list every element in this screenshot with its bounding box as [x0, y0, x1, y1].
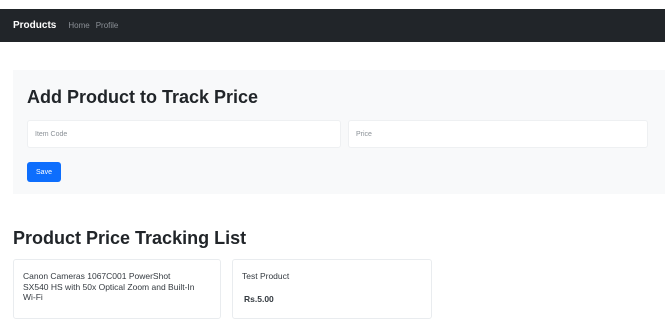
item-code-input[interactable]: Item Code: [27, 120, 341, 148]
add-product-form: Add Product to Track Price Item Code Pri…: [13, 70, 665, 194]
form-title: Add Product to Track Price: [27, 87, 259, 107]
top-navbar: Products Home Profile: [0, 9, 665, 42]
product-name: Canon Cameras 1067C001 PowerShot SX540 H…: [23, 271, 195, 302]
price-input[interactable]: Price: [348, 120, 648, 148]
product-price: Rs.5.00: [244, 294, 274, 304]
save-button[interactable]: Save: [27, 162, 61, 182]
nav-link-home[interactable]: Home: [68, 21, 89, 30]
navbar-brand[interactable]: Products: [13, 20, 56, 31]
tracking-list-title: Product Price Tracking List: [13, 228, 247, 248]
product-card[interactable]: Test Product Rs.5.00: [232, 259, 432, 319]
product-card[interactable]: Canon Cameras 1067C001 PowerShot SX540 H…: [13, 259, 221, 319]
page-top-strip: [0, 0, 665, 9]
nav-link-profile[interactable]: Profile: [96, 21, 119, 30]
product-name: Test Product: [242, 271, 290, 281]
